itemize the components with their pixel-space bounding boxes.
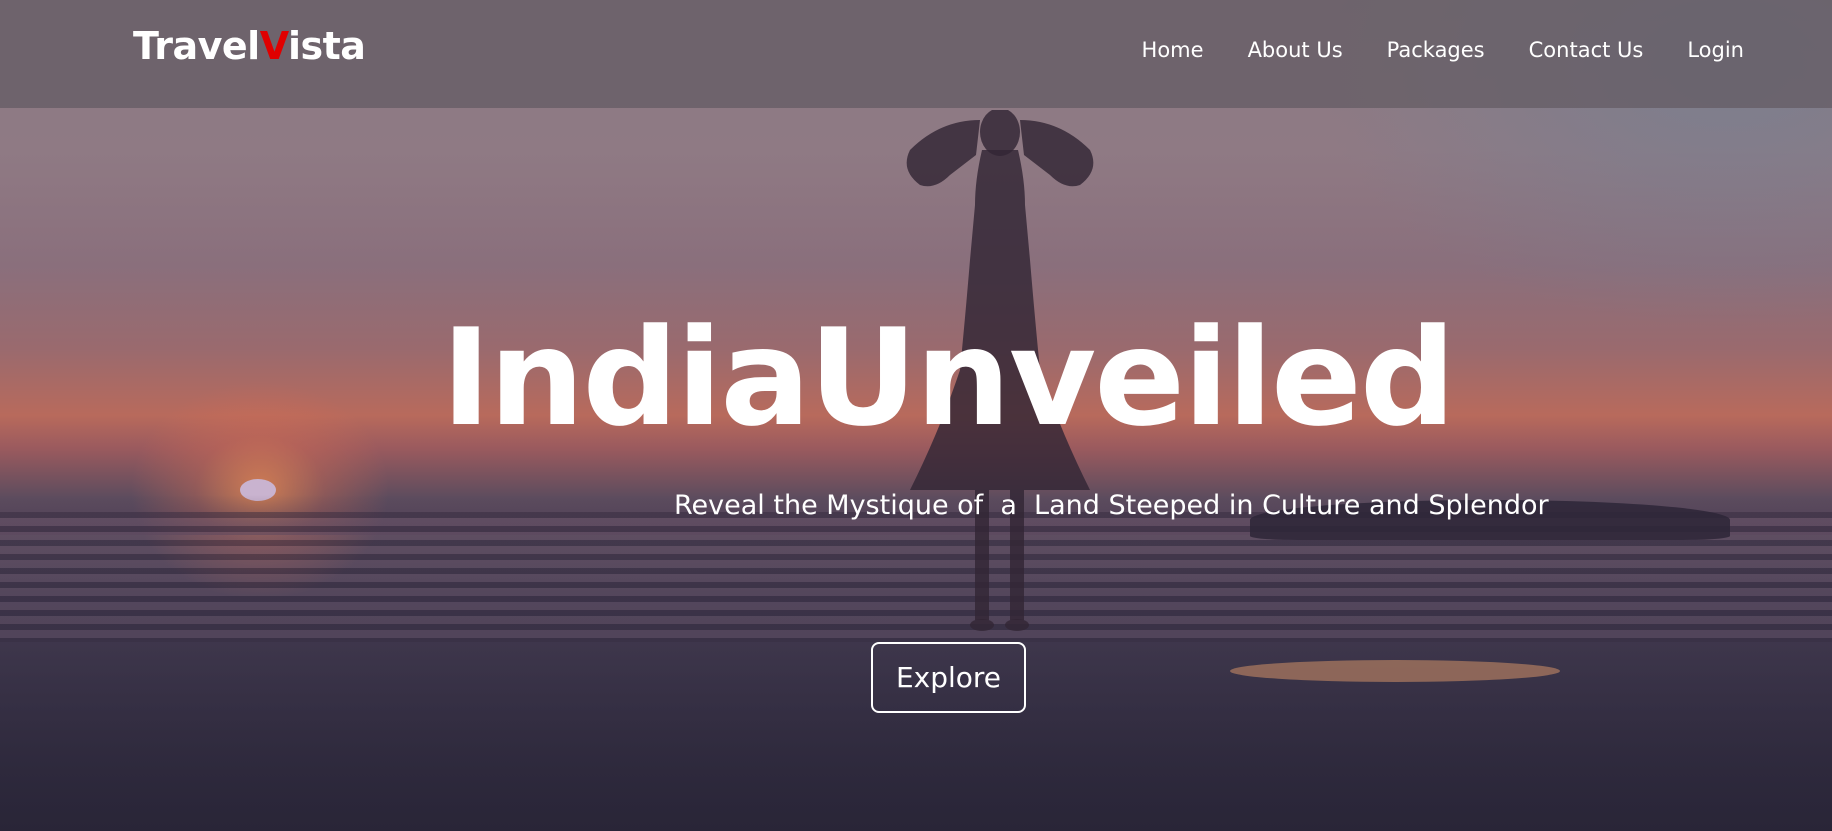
nav-link-about-us[interactable]: About Us	[1248, 38, 1343, 62]
brand-logo[interactable]: TravelVista	[133, 24, 366, 68]
brand-name-suffix: ista	[287, 24, 366, 68]
hero-subtitle: Reveal the Mystique of a Land Steeped in…	[674, 490, 1549, 521]
nav-link-login[interactable]: Login	[1687, 38, 1744, 62]
hero-section: TravelVista Home About Us Packages Conta…	[0, 0, 1832, 831]
navbar: TravelVista Home About Us Packages Conta…	[0, 0, 1832, 108]
nav-links: Home About Us Packages Contact Us Login	[1142, 38, 1744, 62]
hero-title: IndiaUnveiled	[441, 300, 1456, 456]
brand-name-prefix: Travel	[133, 24, 260, 68]
nav-link-home[interactable]: Home	[1142, 38, 1204, 62]
nav-link-contact-us[interactable]: Contact Us	[1529, 38, 1644, 62]
brand-name-accent: V	[259, 24, 289, 68]
explore-button[interactable]: Explore	[871, 642, 1026, 713]
tide-pool	[1230, 660, 1560, 682]
nav-link-packages[interactable]: Packages	[1387, 38, 1485, 62]
